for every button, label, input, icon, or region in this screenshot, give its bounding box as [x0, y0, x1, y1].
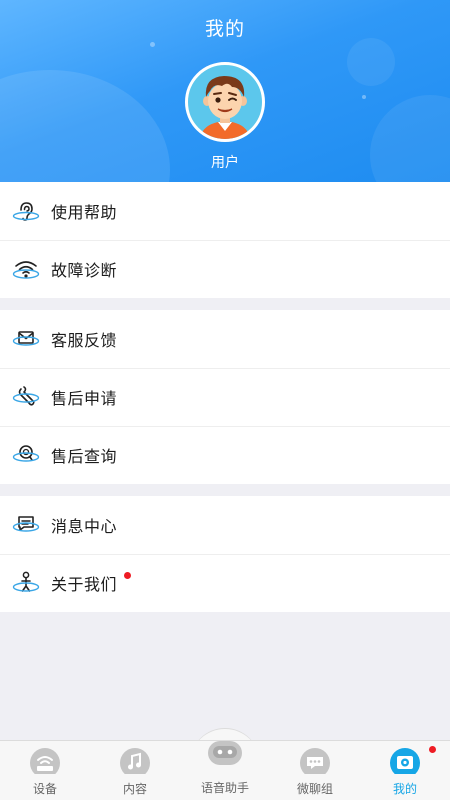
menu-item-aftersales-apply[interactable]: 售后申请 — [0, 368, 450, 426]
page-title: 我的 — [204, 18, 245, 40]
tab-label: 微聊组 — [296, 782, 333, 796]
bottom-tabbar: 设备 内容 语音助手 微聊组 我的 — [0, 740, 450, 800]
menu-item-about[interactable]: 关于我们 — [0, 554, 450, 612]
header-decoration — [347, 38, 395, 86]
router-icon — [26, 747, 64, 774]
menu-group-info: 消息中心 关于我们 — [0, 496, 450, 612]
robot-icon — [205, 737, 245, 774]
menu-item-help[interactable]: 使用帮助 — [0, 182, 450, 240]
menu-item-diagnose[interactable]: 故障诊断 — [0, 240, 450, 298]
header-decoration-dot — [150, 42, 155, 47]
menu-item-label: 使用帮助 — [51, 203, 118, 222]
tab-devices[interactable]: 设备 — [0, 741, 90, 800]
avatar-boy-icon — [200, 76, 250, 139]
tab-label: 我的 — [392, 782, 417, 796]
menu-item-label: 售后申请 — [51, 389, 118, 408]
menu-item-label: 关于我们 — [51, 575, 118, 594]
menu-item-feedback[interactable]: 客服反馈 — [0, 310, 450, 368]
menu-group-support: 使用帮助 故障诊断 — [0, 182, 450, 298]
menu-group-service: 客服反馈 售后申请 售后查询 — [0, 310, 450, 484]
notification-badge — [429, 746, 436, 753]
menu-item-label: 故障诊断 — [51, 261, 118, 280]
tab-label: 设备 — [32, 782, 57, 796]
menu-item-messages[interactable]: 消息中心 — [0, 496, 450, 554]
music-icon — [116, 747, 154, 774]
tab-mine[interactable]: 我的 — [360, 741, 450, 800]
avatar[interactable] — [185, 62, 265, 142]
tab-content[interactable]: 内容 — [90, 741, 180, 800]
tab-label: 语音助手 — [200, 781, 249, 795]
menu-item-aftersales-query[interactable]: 售后查询 — [0, 426, 450, 484]
username[interactable]: 用户 — [0, 152, 450, 172]
profile-header: 我的 用户 — [0, 0, 450, 182]
message-icon — [12, 511, 40, 539]
search-query-icon — [12, 441, 40, 469]
menu-item-label: 消息中心 — [51, 517, 118, 536]
tab-label: 内容 — [122, 782, 147, 796]
help-ear-icon — [12, 197, 40, 225]
about-person-icon — [12, 569, 40, 597]
wifi-diagnose-icon — [12, 255, 40, 283]
wrench-service-icon — [12, 383, 40, 411]
mail-feedback-icon — [12, 325, 40, 353]
menu-item-label: 客服反馈 — [51, 331, 118, 350]
header-decoration-dot — [362, 95, 366, 99]
profile-gear-icon — [386, 747, 424, 774]
new-badge — [124, 572, 131, 579]
menu-item-label: 售后查询 — [51, 447, 118, 466]
chat-icon — [296, 747, 334, 774]
tab-voice-assistant[interactable]: 语音助手 — [180, 741, 270, 800]
tab-chat-group[interactable]: 微聊组 — [270, 741, 360, 800]
